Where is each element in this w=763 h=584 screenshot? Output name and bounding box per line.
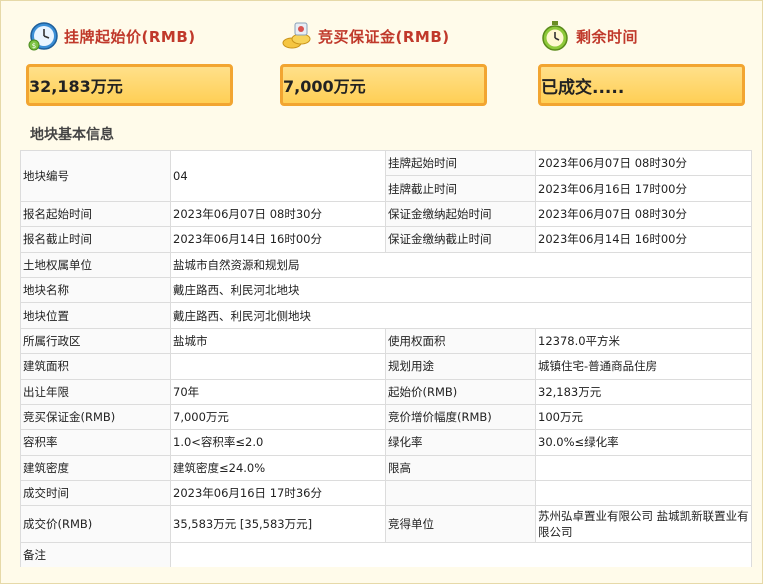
cell-label: 土地权属单位 — [20, 251, 171, 278]
cell-label: 备注 — [20, 542, 171, 568]
cell-label: 挂牌截止时间 — [385, 175, 536, 202]
table-row: 出让年限 70年 起始价(RMB) 32,183万元 — [20, 378, 752, 405]
deposit-header: 竞买保证金(RMB) — [280, 18, 495, 54]
table-row: 报名起始时间 2023年06月07日 08时30分 保证金缴纳起始时间 2023… — [20, 200, 752, 228]
cell-value: 戴庄路西、利民河北地块 — [170, 276, 752, 304]
land-info-table: 地块编号 04 挂牌起始时间 2023年06月07日 08时30分 挂牌截止时间… — [20, 149, 752, 568]
cell-value: 盐城市自然资源和规划局 — [170, 251, 752, 278]
cell-label: 挂牌起始时间 — [385, 149, 536, 177]
table-row: 所属行政区 盐城市 使用权面积 12378.0平方米 — [20, 327, 752, 355]
coins-icon — [282, 22, 311, 49]
cell-label: 所属行政区 — [20, 327, 171, 355]
table-row: 建筑面积 规划用途 城镇住宅-普通商品住房 — [20, 353, 752, 380]
cell-value: 70年 — [170, 378, 386, 405]
cell-label: 竞价增价幅度(RMB) — [385, 403, 536, 431]
cell-value: 建筑密度≤24.0% — [170, 454, 386, 482]
cell-value: 城镇住宅-普通商品住房 — [535, 353, 752, 380]
cell-label: 建筑面积 — [20, 353, 171, 380]
cell-label: 限高 — [385, 454, 536, 482]
table-row: 竞买保证金(RMB) 7,000万元 竞价增价幅度(RMB) 100万元 — [20, 403, 752, 431]
start-price-title: 挂牌起始价(RMB) — [64, 27, 196, 46]
table-row: 成交时间 2023年06月16日 17时36分 — [20, 480, 752, 507]
deposit-title: 竞买保证金(RMB) — [318, 27, 450, 46]
cell-label: 竞买保证金(RMB) — [20, 403, 171, 431]
cell-label: 地块编号 — [20, 150, 171, 202]
deposit-value: 7,000万元 — [280, 64, 487, 106]
cell-value: 2023年06月14日 16时00分 — [535, 226, 752, 253]
cell-label: 成交时间 — [20, 480, 171, 507]
cell-value — [535, 480, 752, 507]
cell-label: 竞得单位 — [385, 505, 536, 544]
table-row: 容积率 1.0<容积率≤2.0 绿化率 30.0%≤绿化率 — [20, 429, 752, 456]
cell-label: 保证金缴纳起始时间 — [385, 200, 536, 228]
cell-value: 1.0<容积率≤2.0 — [170, 429, 386, 456]
cell-label: 建筑密度 — [20, 454, 171, 482]
start-price-card: $ 挂牌起始价(RMB) 32,183万元 — [26, 18, 241, 106]
cell-label: 报名截止时间 — [20, 226, 171, 253]
cell-label: 报名起始时间 — [20, 200, 171, 228]
cell-value: 12378.0平方米 — [535, 327, 752, 355]
cell-value: 30.0%≤绿化率 — [535, 429, 752, 456]
cell-value: 7,000万元 — [170, 403, 386, 431]
cell-label: 地块名称 — [20, 276, 171, 304]
remaining-time-value: 已成交..... — [538, 64, 745, 106]
cell-label: 成交价(RMB) — [20, 505, 171, 544]
remaining-time-header: 剩余时间 — [538, 18, 753, 54]
cell-label: 规划用途 — [385, 353, 536, 380]
table-row: 建筑密度 建筑密度≤24.0% 限高 — [20, 454, 752, 482]
table-row: 报名截止时间 2023年06月14日 16时00分 保证金缴纳截止时间 2023… — [20, 226, 752, 253]
cell-value: 04 — [170, 150, 386, 202]
table-row: 土地权属单位 盐城市自然资源和规划局 — [20, 251, 752, 278]
table-row: 地块名称 戴庄路西、利民河北地块 — [20, 276, 752, 304]
summary-cards: $ 挂牌起始价(RMB) 32,183万元 竞买保证金(RMB) 7,000万元 — [0, 0, 763, 110]
cell-value: 2023年06月07日 08时30分 — [170, 200, 386, 228]
table-row: 地块编号 04 挂牌起始时间 2023年06月07日 08时30分 — [20, 149, 752, 202]
cell-value — [170, 353, 386, 380]
section-title: 地块基本信息 — [30, 127, 114, 143]
table-row: 备注 — [20, 542, 752, 568]
cell-value — [535, 454, 752, 482]
svg-text:$: $ — [32, 42, 36, 50]
start-price-header: $ 挂牌起始价(RMB) — [26, 18, 241, 54]
cell-label: 地块位置 — [20, 302, 171, 329]
timer-icon — [542, 21, 568, 51]
start-price-value: 32,183万元 — [26, 64, 233, 106]
cell-value: 2023年06月14日 16时00分 — [170, 226, 386, 253]
remaining-time-card: 剩余时间 已成交..... — [538, 18, 753, 106]
cell-label — [385, 480, 536, 507]
cell-value: 苏州弘卓置业有限公司 盐城凯新联置业有限公司 — [535, 505, 752, 544]
cell-value: 2023年06月16日 17时36分 — [170, 480, 386, 507]
cell-value — [170, 542, 752, 568]
cell-value: 35,583万元 [35,583万元] — [170, 505, 386, 544]
cell-label: 保证金缴纳截止时间 — [385, 226, 536, 253]
cell-value: 2023年06月16日 17时00分 — [535, 175, 752, 202]
table-row: 成交价(RMB) 35,583万元 [35,583万元] 竞得单位 苏州弘卓置业… — [20, 505, 752, 544]
cell-label: 使用权面积 — [385, 327, 536, 355]
cell-label: 容积率 — [20, 429, 171, 456]
cell-value: 32,183万元 — [535, 378, 752, 405]
cell-value: 戴庄路西、利民河北侧地块 — [170, 302, 752, 329]
alarm-clock-icon: $ — [28, 22, 58, 51]
cell-label: 起始价(RMB) — [385, 378, 536, 405]
remaining-time-title: 剩余时间 — [576, 27, 639, 46]
cell-value: 2023年06月07日 08时30分 — [535, 200, 752, 228]
table-row: 地块位置 戴庄路西、利民河北侧地块 — [20, 302, 752, 329]
cell-value: 盐城市 — [170, 327, 386, 355]
cell-label: 出让年限 — [20, 378, 171, 405]
cell-label: 绿化率 — [385, 429, 536, 456]
cell-value: 100万元 — [535, 403, 752, 431]
cell-value: 2023年06月07日 08时30分 — [535, 149, 752, 177]
deposit-card: 竞买保证金(RMB) 7,000万元 — [280, 18, 495, 106]
